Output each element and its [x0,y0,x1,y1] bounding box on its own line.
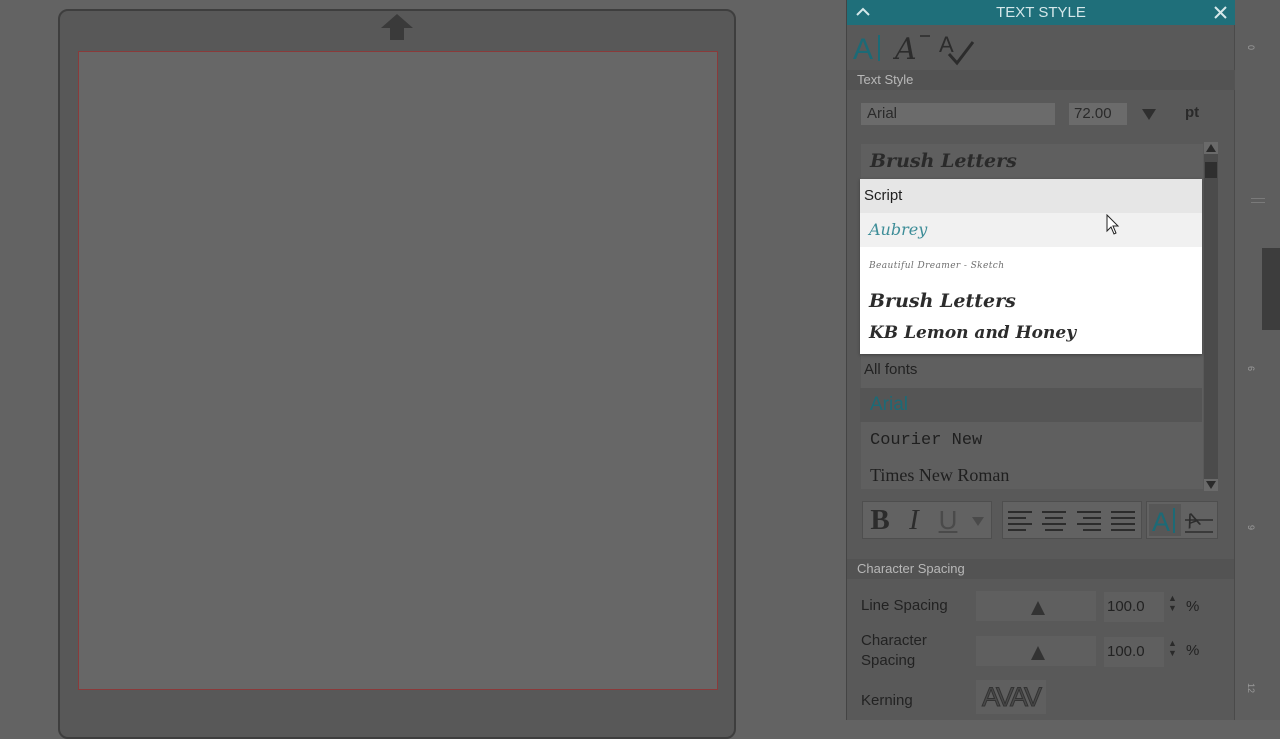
slider-thumb[interactable] [1031,646,1045,660]
panel-title: TEXT STYLE [996,4,1086,21]
dropdown-item[interactable]: Brush Letters [860,284,1202,318]
close-icon[interactable] [1211,0,1231,25]
line-spacing-unit: % [1186,598,1200,615]
mouse-cursor-icon [1106,214,1120,235]
text-format-group: B I U [862,501,992,539]
svg-text:A: A [893,32,917,67]
svg-text:A: A [853,33,873,66]
font-size-input[interactable]: 72.00 [1069,103,1127,125]
svg-text:A: A [1152,507,1170,536]
character-spacing-stepper[interactable]: ▲ ▼ [1168,638,1178,658]
ruler-label: 9 [1246,525,1256,531]
chevron-down-icon[interactable] [971,515,985,527]
vertical-ruler [1234,0,1280,720]
font-list-item-label[interactable]: Times New Roman [870,465,1009,486]
bold-button[interactable]: B [863,502,897,538]
text-style-icon[interactable]: A [851,28,887,68]
chevron-down-icon[interactable] [1141,107,1157,121]
line-spacing-slider[interactable] [976,591,1096,621]
line-spacing-label: Line Spacing [861,597,948,614]
italic-button[interactable]: I [897,502,931,538]
scrollbar-thumb[interactable] [1205,162,1217,178]
feed-direction-arrow-icon [381,14,413,40]
font-size-unit: pt [1185,104,1200,121]
dropdown-item[interactable]: Aubrey [860,213,1202,247]
ruler-label: 12 [1246,683,1256,694]
dropdown-item[interactable]: KB Lemon and Honey [860,319,1202,353]
font-name-input[interactable]: Arial [861,103,1055,125]
font-list-item-label[interactable]: Courier New [870,431,982,450]
all-fonts-label: All fonts [864,361,918,378]
line-spacing-stepper[interactable]: ▲ ▼ [1168,593,1178,613]
horizontal-text-icon[interactable]: A [1149,504,1181,536]
line-spacing-input[interactable]: 100.0 [1104,592,1164,622]
character-spacing-unit: % [1186,642,1200,659]
ruler-label: 6 [1246,366,1256,372]
canvas-scrollbar-thumb[interactable] [1262,248,1280,330]
font-list-item-label[interactable]: Arial [870,394,908,416]
scroll-up-icon[interactable] [1204,142,1218,154]
text-style-section-label: Text Style [847,70,1235,90]
character-spacing-slider[interactable] [976,636,1096,666]
font-category-dropdown: Script Aubrey Beautiful Dreamer - Sketch… [860,179,1202,354]
scroll-down-icon[interactable] [1204,479,1218,491]
vertical-text-icon[interactable]: A [1183,504,1215,536]
underline-button[interactable]: U [931,502,965,538]
alignment-group [1002,501,1142,539]
svg-text:A: A [939,32,954,57]
slider-thumb[interactable] [1031,601,1045,615]
font-style-icon[interactable]: A [893,28,933,68]
align-center-icon[interactable] [1040,510,1068,532]
kerning-button[interactable]: AVAV [976,680,1046,714]
text-direction-group: A A [1146,501,1218,539]
ruler-label: 0 [1246,45,1256,51]
character-spacing-input[interactable]: 100.0 [1104,637,1164,667]
spell-check-icon[interactable]: A [937,28,977,68]
dropdown-group-header: Script [860,179,1202,213]
align-justify-icon[interactable] [1109,510,1137,532]
font-list-scrollbar[interactable] [1204,142,1218,491]
font-list-item-label: Brush Letters [870,150,1017,172]
character-spacing-section-label: Character Spacing [847,559,1234,579]
align-left-icon[interactable] [1006,510,1034,532]
cut-area[interactable] [78,51,718,690]
font-list-item[interactable]: Brush Letters [861,146,1203,180]
kerning-label: Kerning [861,692,913,709]
font-list-item-selected[interactable] [860,388,1202,422]
panel-header: TEXT STYLE [847,0,1235,25]
chevron-up-icon[interactable] [853,0,873,25]
align-right-icon[interactable] [1075,510,1103,532]
character-spacing-label: Character Spacing [861,632,927,669]
dropdown-item[interactable]: Beautiful Dreamer - Sketch [860,249,1202,283]
